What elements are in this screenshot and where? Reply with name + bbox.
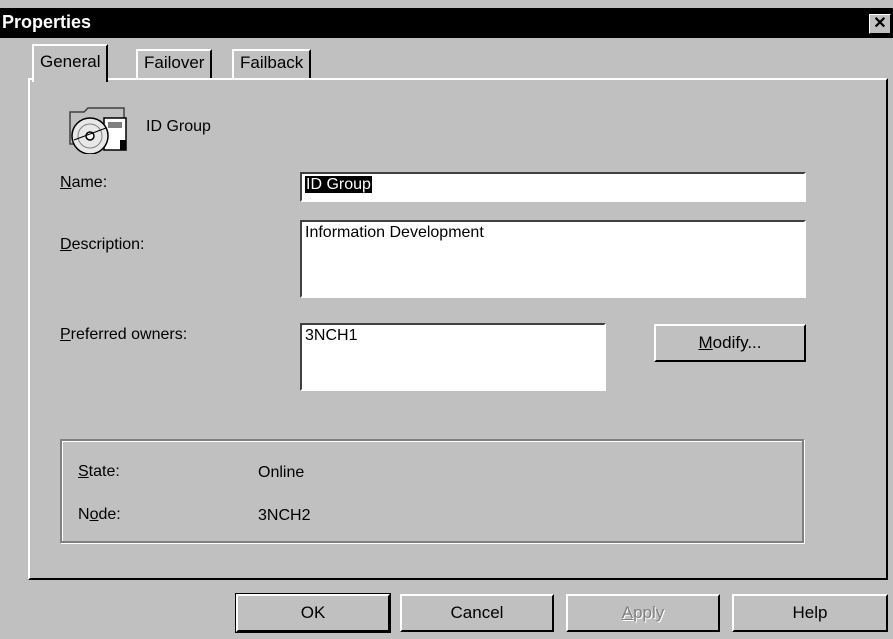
description-field[interactable]: Information Development — [300, 220, 806, 298]
apply-button[interactable]: Apply — [566, 594, 720, 632]
list-item[interactable]: 3NCH1 — [305, 327, 601, 345]
node-value: 3NCH2 — [258, 507, 311, 524]
tab-failback-label: Failback — [240, 53, 304, 72]
help-button[interactable]: Help — [732, 594, 888, 632]
window-title: Properties — [2, 12, 92, 32]
status-groupbox — [60, 439, 804, 543]
name-label: Name: — [60, 174, 108, 191]
name-field[interactable]: ID Group — [300, 172, 806, 202]
description-label: Description: — [60, 236, 145, 253]
tab-failback[interactable]: Failback — [232, 49, 312, 79]
tab-general-label: General — [40, 52, 101, 71]
tab-general[interactable]: General — [32, 44, 109, 82]
group-name-display: ID Group — [146, 118, 211, 135]
name-field-value: ID Group — [305, 176, 372, 193]
close-icon[interactable]: ✕ — [869, 14, 891, 34]
title-bar[interactable]: Properties ✕ — [0, 8, 893, 38]
ok-button[interactable]: OK — [235, 593, 391, 633]
state-value: Online — [258, 464, 305, 481]
preferred-owners-label: Preferred owners: — [60, 326, 188, 343]
cancel-button[interactable]: Cancel — [400, 594, 554, 632]
cluster-group-icon — [64, 104, 130, 155]
description-field-value: Information Development — [305, 224, 484, 241]
properties-dialog: Properties ✕ General Failover Failback I… — [0, 0, 893, 639]
preferred-owners-list[interactable]: 3NCH1 — [300, 323, 606, 391]
modify-button[interactable]: Modify... — [654, 324, 806, 362]
tab-failover-label: Failover — [144, 53, 205, 72]
node-label: Node: — [78, 506, 121, 523]
tab-failover[interactable]: Failover — [136, 49, 213, 79]
state-label: State: — [78, 463, 120, 480]
